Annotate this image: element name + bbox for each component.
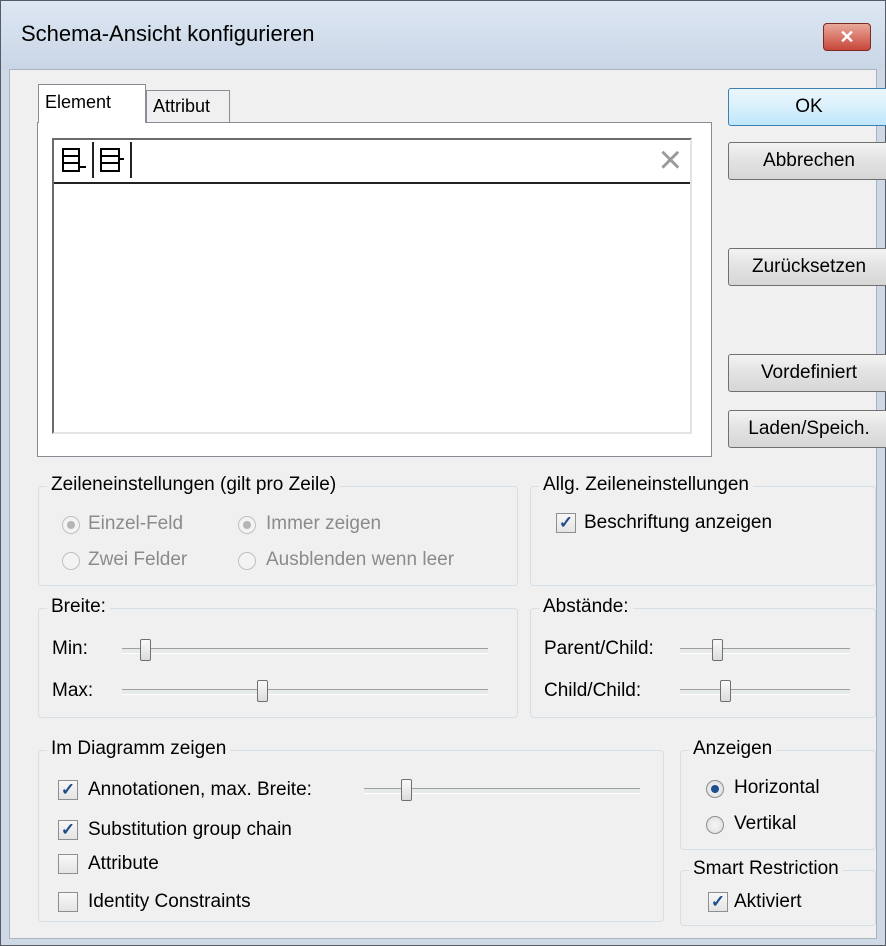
window-title: Schema-Ansicht konfigurieren <box>21 21 315 46</box>
smart-restriction-label: Aktiviert <box>734 891 802 912</box>
dialog-window: Schema-Ansicht konfigurieren ✕ Element A… <box>0 0 886 946</box>
row-settings-title: Zeileneinstellungen (gilt pro Zeile) <box>47 474 341 496</box>
substitution-checkbox[interactable]: ✓ <box>58 820 78 840</box>
dialog-client: Element Attribut × OK Abbrechen Zurückse… <box>9 69 886 939</box>
load-save-button[interactable]: Laden/Speich. <box>728 410 886 448</box>
general-row-settings-title: Allg. Zeileneinstellungen <box>539 474 753 496</box>
attribute-checkbox[interactable] <box>58 854 78 874</box>
annotations-label: Annotationen, max. Breite: <box>88 779 312 800</box>
max-label: Max: <box>52 680 94 701</box>
hide-empty-label: Ausblenden wenn leer <box>266 549 455 570</box>
max-width-slider[interactable] <box>256 680 268 702</box>
child-child-label: Child/Child: <box>544 680 642 701</box>
single-field-radio[interactable] <box>62 516 80 534</box>
substitution-label: Substitution group chain <box>88 819 292 840</box>
spacing-title: Abstände: <box>539 596 633 618</box>
show-caption-label: Beschriftung anzeigen <box>584 512 773 533</box>
single-field-label: Einzel-Feld <box>88 513 184 534</box>
parent-child-slider[interactable] <box>711 639 723 661</box>
width-group: Breite: <box>38 596 518 718</box>
always-show-label: Immer zeigen <box>266 513 382 534</box>
parent-child-label: Parent/Child: <box>544 638 654 659</box>
tab-element[interactable]: Element <box>38 84 146 123</box>
min-width-slider[interactable] <box>139 639 151 661</box>
element-row-list[interactable]: × <box>52 138 692 434</box>
diagram-show-title: Im Diagramm zeigen <box>47 738 231 760</box>
hide-empty-radio[interactable] <box>238 552 256 570</box>
child-child-track[interactable] <box>680 689 850 695</box>
identity-constraints-label: Identity Constraints <box>88 891 251 912</box>
child-child-slider[interactable] <box>719 680 731 702</box>
general-row-settings-group: Allg. Zeileneinstellungen <box>530 474 876 586</box>
max-width-track[interactable] <box>122 689 488 695</box>
row-settings-group: Zeileneinstellungen (gilt pro Zeile) <box>38 474 518 586</box>
title-bar: Schema-Ansicht konfigurieren ✕ <box>1 1 885 69</box>
list-toolbar: × <box>54 138 690 184</box>
width-title: Breite: <box>47 596 110 618</box>
annotations-width-slider[interactable] <box>401 779 413 801</box>
smart-restriction-title: Smart Restriction <box>689 858 843 880</box>
two-fields-label: Zwei Felder <box>88 549 188 570</box>
smart-restriction-checkbox[interactable]: ✓ <box>708 892 728 912</box>
horizontal-label: Horizontal <box>734 777 820 798</box>
tab-attribut[interactable]: Attribut <box>146 90 230 123</box>
cancel-button[interactable]: Abbrechen <box>728 142 886 180</box>
reset-button[interactable]: Zurücksetzen <box>728 248 886 286</box>
append-row-icon[interactable] <box>56 142 94 178</box>
insert-row-icon[interactable] <box>94 142 132 178</box>
show-caption-checkbox[interactable]: ✓ <box>556 513 576 533</box>
min-label: Min: <box>52 638 88 659</box>
ok-button[interactable]: OK <box>728 88 886 126</box>
display-title: Anzeigen <box>689 738 777 760</box>
identity-constraints-checkbox[interactable] <box>58 892 78 912</box>
attribute-label: Attribute <box>88 853 159 874</box>
two-fields-radio[interactable] <box>62 552 80 570</box>
close-button[interactable]: ✕ <box>823 23 871 51</box>
always-show-radio[interactable] <box>238 516 256 534</box>
predefined-button[interactable]: Vordefiniert <box>728 354 886 392</box>
delete-row-icon[interactable]: × <box>659 138 682 182</box>
parent-child-track[interactable] <box>680 648 850 654</box>
horizontal-radio[interactable] <box>706 780 724 798</box>
annotations-checkbox[interactable]: ✓ <box>58 780 78 800</box>
vertical-label: Vertikal <box>734 813 797 834</box>
vertical-radio[interactable] <box>706 816 724 834</box>
display-group: Anzeigen <box>680 738 876 850</box>
min-width-track[interactable] <box>122 648 488 654</box>
